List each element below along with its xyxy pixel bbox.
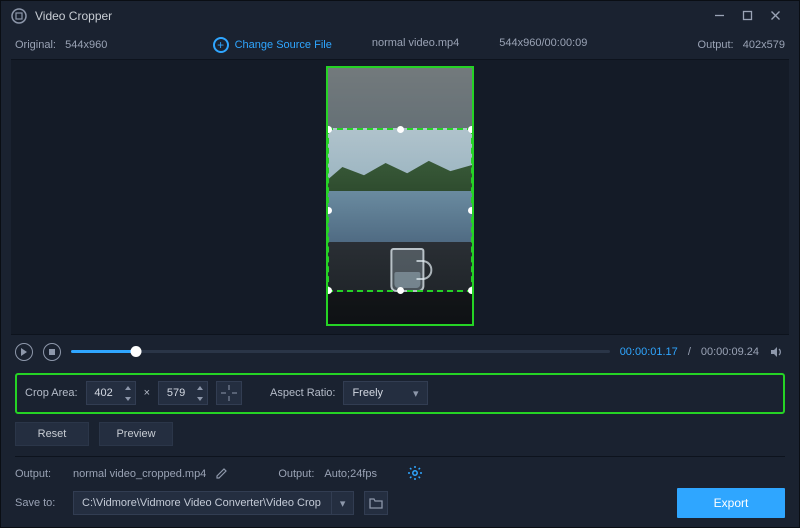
save-row: Save to: C:\Vidmore\Vidmore Video Conver…: [1, 487, 799, 527]
minimize-button[interactable]: [705, 2, 733, 30]
source-info: 544x960/00:00:09: [499, 37, 587, 53]
infobar: Original: 544x960 + Change Source File n…: [1, 31, 799, 59]
change-source-label: Change Source File: [235, 39, 332, 51]
multiply-sign: ×: [144, 387, 150, 399]
timeline-slider[interactable]: [71, 350, 610, 353]
output-dim-label: Output:: [698, 39, 734, 51]
width-down[interactable]: [121, 393, 135, 404]
volume-button[interactable]: [769, 344, 785, 360]
chevron-down-icon: ▾: [413, 387, 419, 400]
save-path-select[interactable]: C:\Vidmore\Vidmore Video Converter\Video…: [73, 491, 354, 515]
titlebar: Video Cropper: [1, 1, 799, 31]
aspect-ratio-value: Freely: [352, 387, 383, 399]
playback-bar: 00:00:01.17/00:00:09.24: [1, 335, 799, 369]
output-settings-value: Auto;24fps: [324, 468, 377, 480]
crop-width-input[interactable]: [86, 381, 136, 405]
app-title: Video Cropper: [35, 9, 112, 23]
stop-button[interactable]: [43, 343, 61, 361]
crop-controls: Crop Area: × Aspect Ratio: Freely ▾: [15, 373, 785, 415]
output-settings-label: Output:: [278, 468, 314, 480]
crop-width-field[interactable]: [87, 387, 121, 399]
center-crop-button[interactable]: [216, 381, 242, 405]
play-button[interactable]: [15, 343, 33, 361]
crop-height-input[interactable]: [158, 381, 208, 405]
crop-handle-tl[interactable]: [326, 126, 332, 133]
crop-handle-r[interactable]: [468, 207, 474, 214]
original-label: Original:: [15, 39, 56, 51]
reset-button[interactable]: Reset: [15, 422, 89, 446]
change-source-button[interactable]: + Change Source File: [213, 37, 332, 53]
preview-area: [11, 59, 789, 335]
crop-handle-br[interactable]: [468, 287, 474, 294]
height-down[interactable]: [193, 393, 207, 404]
open-folder-button[interactable]: [364, 491, 388, 515]
crop-handle-t[interactable]: [397, 126, 404, 133]
timeline-thumb[interactable]: [130, 346, 141, 357]
maximize-button[interactable]: [733, 2, 761, 30]
edit-filename-icon[interactable]: [216, 467, 228, 482]
save-to-label: Save to:: [15, 497, 63, 509]
output-dimensions: 402x579: [743, 39, 785, 51]
crop-rectangle[interactable]: [327, 128, 473, 292]
export-button[interactable]: Export: [677, 488, 785, 518]
width-up[interactable]: [121, 382, 135, 393]
time-total: 00:00:09.24: [701, 346, 759, 358]
original-dimensions: 544x960: [65, 39, 107, 51]
close-button[interactable]: [761, 2, 789, 30]
crop-handle-l[interactable]: [326, 207, 332, 214]
app-icon: [11, 8, 27, 24]
video-frame[interactable]: [326, 66, 474, 326]
height-up[interactable]: [193, 382, 207, 393]
crop-height-field[interactable]: [159, 387, 193, 399]
crop-handle-tr[interactable]: [468, 126, 474, 133]
output-file-label: Output:: [15, 468, 63, 480]
crop-handle-b[interactable]: [397, 287, 404, 294]
plus-icon: +: [213, 37, 229, 53]
divider: [15, 456, 785, 457]
save-path: C:\Vidmore\Vidmore Video Converter\Video…: [82, 497, 321, 509]
time-current: 00:00:01.17: [620, 346, 678, 358]
output-filename: normal video_cropped.mp4: [73, 468, 206, 480]
output-row: Output: normal video_cropped.mp4 Output:…: [1, 461, 799, 487]
aspect-ratio-label: Aspect Ratio:: [270, 387, 335, 399]
source-filename: normal video.mp4: [372, 37, 459, 53]
crop-area-label: Crop Area:: [25, 387, 78, 399]
crop-handle-bl[interactable]: [326, 287, 332, 294]
action-row: Reset Preview: [1, 422, 799, 452]
gear-icon[interactable]: [407, 465, 423, 484]
app-window: Video Cropper Original: 544x960 + Change…: [0, 0, 800, 528]
chevron-down-icon[interactable]: ▾: [331, 492, 346, 514]
aspect-ratio-select[interactable]: Freely ▾: [343, 381, 427, 405]
preview-button[interactable]: Preview: [99, 422, 173, 446]
